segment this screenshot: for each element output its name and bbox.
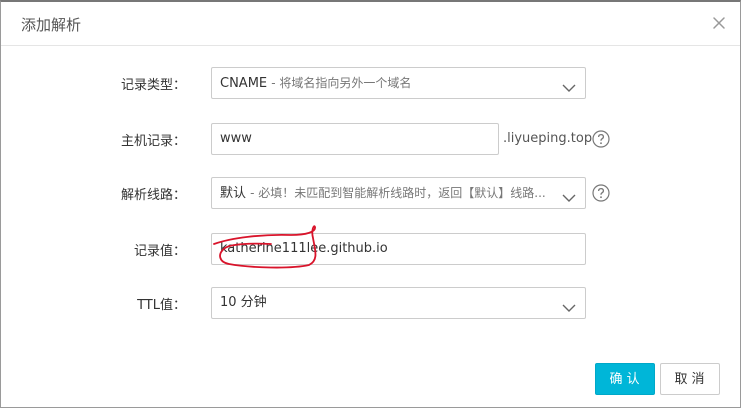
host-label: 主机记录： <box>120 134 186 149</box>
host-value: www <box>220 131 252 146</box>
chevron-down-icon <box>562 187 576 202</box>
host-row: 主机记录： www .liyueping.top <box>1 123 740 155</box>
domain-suffix: .liyueping.top <box>503 131 593 146</box>
ttl-value: 10 分钟 <box>220 295 267 310</box>
line-label: 解析线路： <box>120 188 186 203</box>
chevron-down-icon <box>562 77 576 92</box>
record-type-row: 记录类型： CNAME - 将域名指向另外一个域名 <box>1 67 740 99</box>
record-value-text: katherine111lee.github.io <box>220 241 388 256</box>
ttl-label: TTL值： <box>137 298 186 313</box>
line-row: 解析线路： 默认 - 必填！未匹配到智能解析线路时，返回【默认】线路... <box>1 177 740 209</box>
dialog-header: 添加解析 <box>1 2 740 46</box>
dialog-title: 添加解析 <box>21 16 82 34</box>
confirm-button[interactable]: 确认 <box>595 363 655 395</box>
help-icon[interactable] <box>592 184 610 202</box>
chevron-down-icon <box>562 297 576 312</box>
record-type-value: CNAME <box>220 76 268 91</box>
close-icon[interactable] <box>712 16 726 30</box>
add-record-dialog: 添加解析 记录类型： CNAME - 将域名指向另外一个域名 主机记录： www… <box>0 0 741 408</box>
cancel-button[interactable]: 取消 <box>660 363 720 395</box>
record-type-hint: - 将域名指向另外一个域名 <box>271 76 412 90</box>
record-value-label: 记录值： <box>133 244 186 259</box>
record-type-label: 记录类型： <box>120 78 186 93</box>
line-select[interactable]: 默认 - 必填！未匹配到智能解析线路时，返回【默认】线路... <box>211 177 586 209</box>
record-type-select[interactable]: CNAME - 将域名指向另外一个域名 <box>211 67 586 99</box>
line-hint: - 必填！未匹配到智能解析线路时，返回【默认】线路... <box>250 186 546 200</box>
host-input[interactable]: www <box>211 123 499 155</box>
record-value-row: 记录值： katherine111lee.github.io <box>1 233 740 265</box>
ttl-row: TTL值： 10 分钟 <box>1 287 740 319</box>
line-value: 默认 <box>220 186 247 201</box>
record-value-input[interactable]: katherine111lee.github.io <box>211 233 586 265</box>
ttl-select[interactable]: 10 分钟 <box>211 287 586 319</box>
help-icon[interactable] <box>592 130 610 148</box>
